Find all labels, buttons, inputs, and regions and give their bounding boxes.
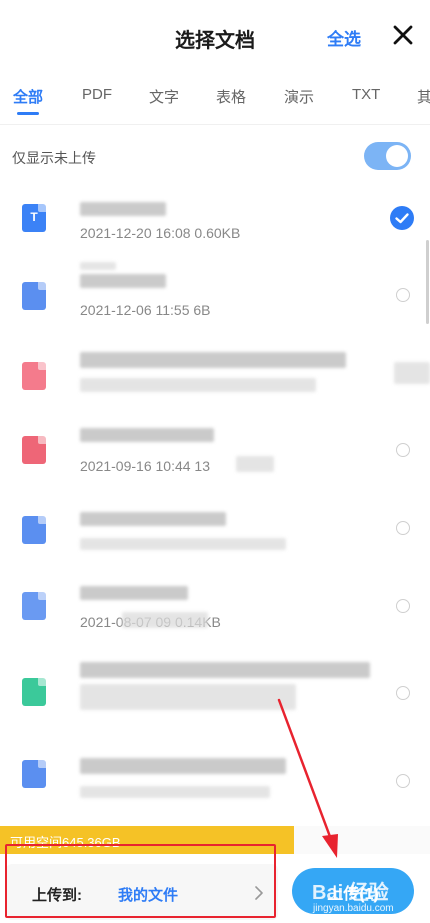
blurred-meta: [236, 456, 274, 472]
blurred-meta: [80, 378, 316, 392]
upload-filter-toggle[interactable]: [364, 142, 411, 170]
file-row[interactable]: 2021-12-06 11:55 6B: [0, 262, 430, 340]
document-icon: [22, 760, 46, 788]
tab-bar: 全部 PDF 文字 表格 演示 TXT 其: [0, 72, 430, 120]
tab-pdf[interactable]: PDF: [82, 86, 112, 103]
tab-other[interactable]: 其: [417, 86, 430, 107]
page-title: 选择文档: [175, 30, 255, 52]
watermark-logo: Bai 经验: [312, 882, 389, 904]
select-radio[interactable]: [396, 686, 410, 700]
scrollbar[interactable]: [426, 240, 429, 324]
blurred-filename: [80, 662, 370, 678]
file-meta: 2021-09-16 10:44 13: [80, 458, 210, 474]
select-radio[interactable]: [396, 443, 410, 457]
divider: [0, 124, 430, 125]
blurred-meta: [122, 612, 208, 628]
document-icon: [22, 678, 46, 706]
tab-txt[interactable]: TXT: [352, 86, 380, 103]
storage-bar-remainder: [294, 826, 430, 854]
file-meta: 2021-12-06 11:55 6B: [80, 302, 211, 318]
tab-presentation[interactable]: 演示: [284, 86, 314, 107]
blurred-filename: [80, 202, 166, 216]
document-icon: [22, 592, 46, 620]
blurred-filename: [80, 758, 286, 774]
blurred-filename: [80, 262, 116, 270]
blurred-filename: [80, 586, 188, 600]
checked-icon[interactable]: [390, 206, 414, 230]
blurred-meta: [80, 538, 286, 550]
blurred-filename: [80, 512, 226, 526]
select-radio[interactable]: [396, 774, 410, 788]
select-radio[interactable]: [396, 521, 410, 535]
annotation-box: [5, 844, 276, 918]
active-tab-indicator: [17, 112, 39, 115]
select-radio[interactable]: [396, 599, 410, 613]
file-row[interactable]: [0, 652, 430, 730]
blurred-radio: [394, 362, 430, 384]
select-all-button[interactable]: 全选: [327, 25, 361, 50]
document-icon: [22, 362, 46, 390]
document-icon: [22, 516, 46, 544]
blurred-filename: [80, 274, 166, 288]
filter-row: 仅显示未上传: [0, 128, 430, 184]
header: 选择文档 全选: [0, 0, 430, 72]
tab-text[interactable]: 文字: [149, 86, 179, 107]
tab-all[interactable]: 全部: [13, 86, 43, 107]
file-row[interactable]: 2021-08-07 09 0.14KB: [0, 574, 430, 652]
blurred-filename: [80, 428, 214, 442]
blurred-meta: [80, 786, 270, 798]
document-icon: T: [22, 204, 46, 232]
blurred-meta: [80, 684, 296, 710]
blurred-filename: [80, 352, 346, 368]
tab-sheet[interactable]: 表格: [216, 86, 246, 107]
document-icon: [22, 282, 46, 310]
document-icon: [22, 436, 46, 464]
file-row[interactable]: [0, 496, 430, 574]
close-icon[interactable]: [392, 24, 414, 46]
file-row[interactable]: [0, 730, 430, 808]
file-row[interactable]: [0, 340, 430, 418]
file-meta: 2021-12-20 16:08 0.60KB: [80, 225, 241, 241]
watermark-url: jingyan.baidu.com: [313, 903, 394, 914]
file-row[interactable]: T 2021-12-20 16:08 0.60KB: [0, 184, 430, 262]
file-row[interactable]: 2021-09-16 10:44 13: [0, 418, 430, 496]
select-radio[interactable]: [396, 288, 410, 302]
toggle-knob: [386, 145, 408, 167]
filter-label: 仅显示未上传: [12, 150, 96, 166]
